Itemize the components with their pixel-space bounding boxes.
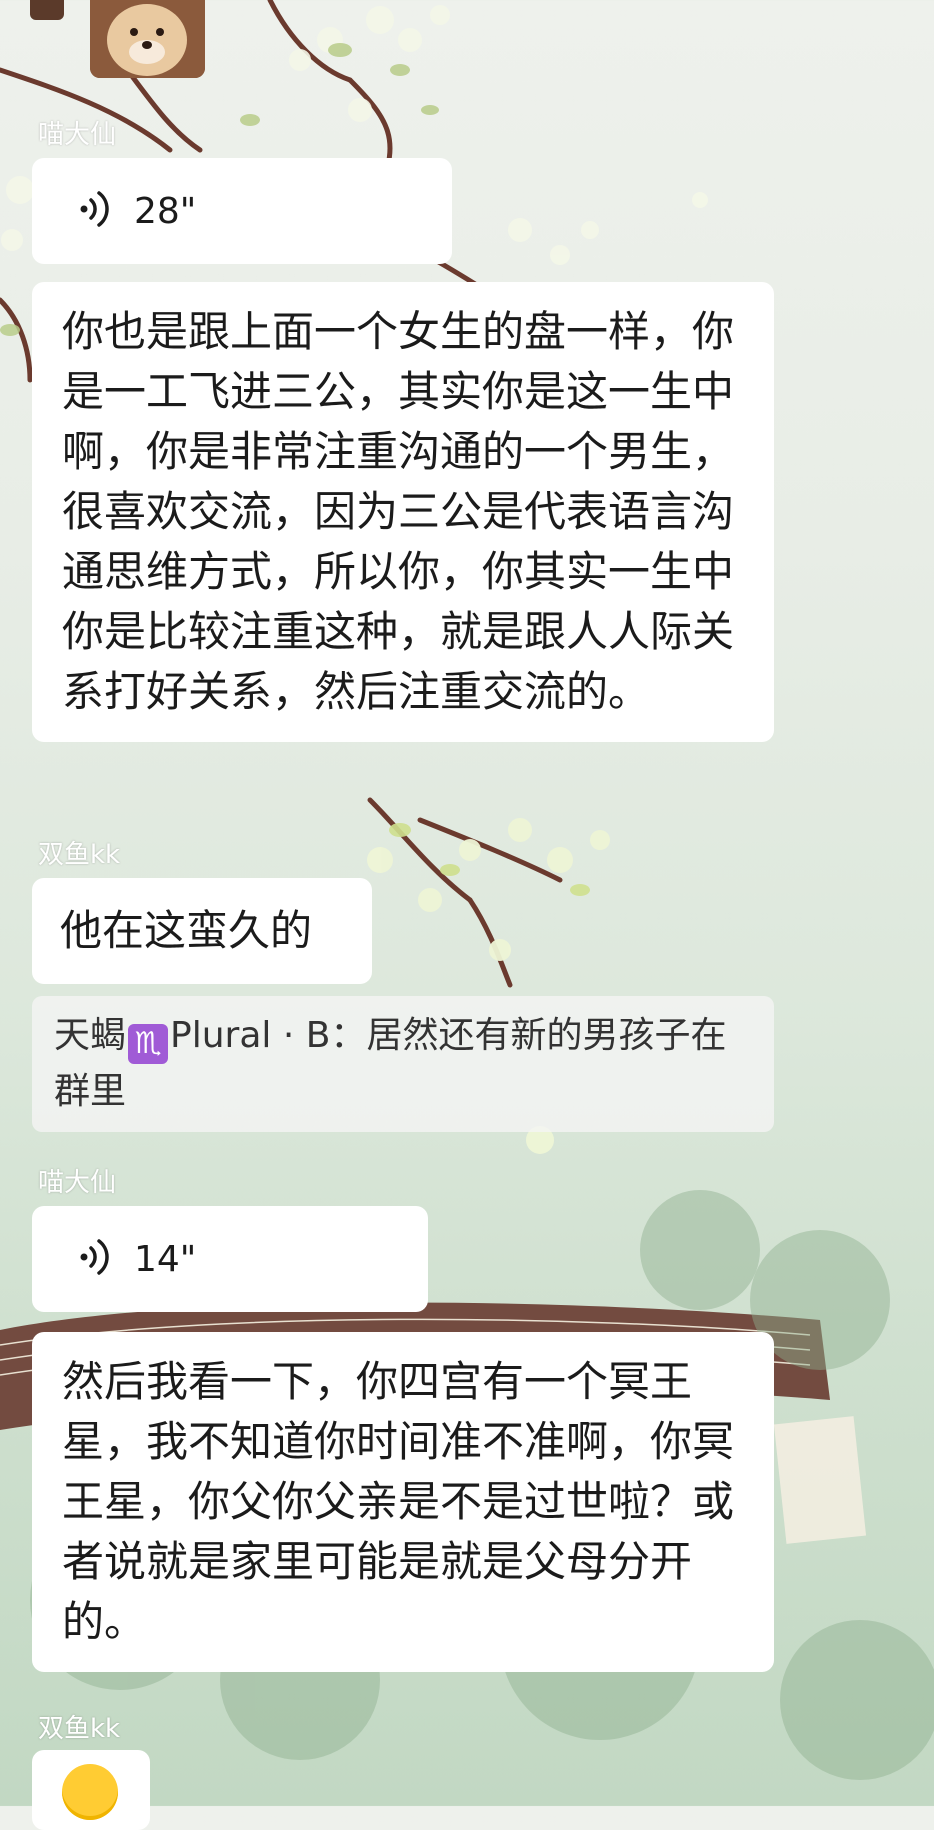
sender-name: 双鱼kk bbox=[38, 840, 121, 870]
text-message[interactable]: 然后我看一下，你四宫有一个冥王星，我不知道你时间准不准啊，你冥王星，你父你父亲是… bbox=[32, 1332, 774, 1672]
voice-duration: 28" bbox=[134, 190, 197, 232]
quoted-message[interactable]: 天蝎 ♏ Plural · B：居然还有新的男孩子在群里 bbox=[32, 996, 774, 1132]
voice-duration: 14" bbox=[134, 1238, 197, 1280]
sender-name: 喵大仙 bbox=[38, 120, 117, 150]
voice-message[interactable]: 28" bbox=[32, 158, 452, 264]
quote-sender: 天蝎 bbox=[54, 1015, 127, 1056]
dog-avatar-icon[interactable] bbox=[90, 0, 205, 78]
scorpio-emoji-icon: ♏ bbox=[128, 1024, 169, 1064]
quote-sender-suffix: Plural · B： bbox=[170, 1015, 367, 1056]
voice-wave-icon bbox=[76, 1237, 132, 1281]
grin-emoji-icon bbox=[62, 1764, 118, 1820]
sender-name: 喵大仙 bbox=[38, 1168, 117, 1198]
voice-message[interactable]: 14" bbox=[32, 1206, 428, 1312]
text-message[interactable]: 他在这蛮久的 bbox=[32, 878, 372, 984]
emoji-message[interactable] bbox=[32, 1750, 150, 1830]
sender-name: 双鱼kk bbox=[38, 1714, 121, 1744]
avatar[interactable] bbox=[30, 0, 64, 20]
voice-wave-icon bbox=[76, 189, 132, 233]
chat-list[interactable]: 喵大仙 28" 你也是跟上面一个女生的盘一样，你是一工飞进三公，其实你是这一生中… bbox=[0, 0, 934, 1830]
text-message[interactable]: 你也是跟上面一个女生的盘一样，你是一工飞进三公，其实你是这一生中啊，你是非常注重… bbox=[32, 282, 774, 742]
